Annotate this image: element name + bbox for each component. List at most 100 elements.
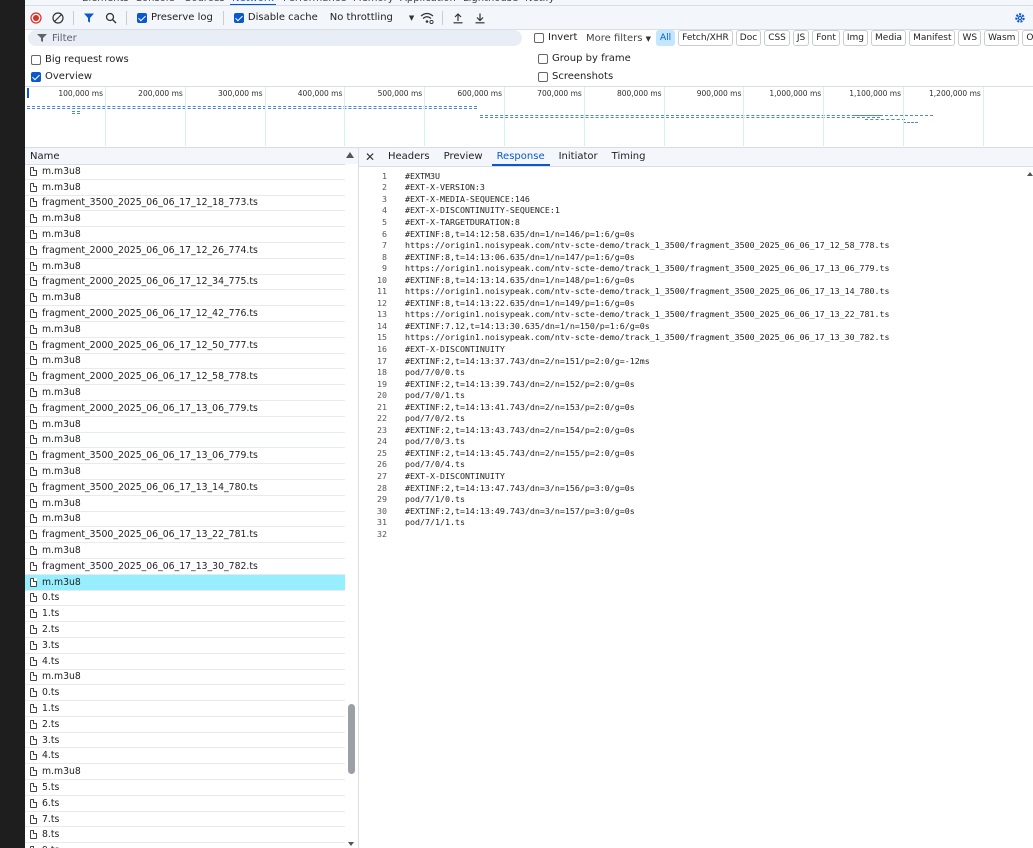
filter-type-manifest[interactable]: Manifest <box>909 30 956 46</box>
request-row[interactable]: 5.ts <box>25 780 345 796</box>
request-row[interactable]: m.m3u8 <box>25 227 345 243</box>
request-row[interactable]: fragment_2000_2025_06_06_17_12_34_775.ts <box>25 275 345 291</box>
request-row[interactable]: fragment_3500_2025_06_06_17_13_30_782.ts <box>25 559 345 575</box>
filter-type-font[interactable]: Font <box>812 30 840 46</box>
preserve-log-checkbox[interactable]: Preserve log <box>137 12 213 23</box>
request-row[interactable]: m.m3u8 <box>25 290 345 307</box>
overview-range-handle[interactable] <box>27 88 32 98</box>
request-row[interactable]: m.m3u8 <box>25 385 345 401</box>
network-conditions-button[interactable] <box>416 7 438 29</box>
filter-type-doc[interactable]: Doc <box>735 30 762 46</box>
more-filters-dropdown[interactable]: More filters ▼ <box>586 33 651 44</box>
request-row[interactable]: fragment_2000_2025_06_06_17_12_58_778.ts <box>25 369 345 386</box>
request-row[interactable]: 1.ts <box>25 606 345 623</box>
throttling-select[interactable]: No throttling ▼ <box>330 12 415 23</box>
request-row[interactable]: m.m3u8 <box>25 354 345 370</box>
panel-tab-lighthouse[interactable]: Lighthouse <box>463 0 518 4</box>
request-row[interactable]: fragment_2000_2025_06_06_17_12_42_776.ts <box>25 306 345 322</box>
request-row[interactable]: fragment_2000_2025_06_06_17_12_50_777.ts <box>25 338 345 354</box>
request-row[interactable]: 3.ts <box>25 733 345 749</box>
response-viewer[interactable]: 1 #EXTM3U 2 #EXT-X-VERSION:3 3 #EXT-X-MEDIA-S… <box>359 170 1019 540</box>
details-tab-timing[interactable]: Timing <box>612 148 646 166</box>
request-list-scroll-thumb[interactable] <box>348 704 355 774</box>
filter-toggle-button[interactable] <box>78 7 100 29</box>
request-row[interactable]: m.m3u8 <box>25 512 345 528</box>
group-by-frame-checkbox[interactable]: Group by frame <box>538 53 631 64</box>
filter-type-wasm[interactable]: Wasm <box>984 30 1020 46</box>
preserve-log-check-icon[interactable] <box>137 12 147 23</box>
disable-cache-checkbox[interactable]: Disable cache <box>233 12 318 23</box>
panel-tab-memory[interactable]: Memory <box>353 0 394 4</box>
big-request-rows-check-icon[interactable] <box>31 54 41 65</box>
panel-tab-application[interactable]: Application <box>400 0 456 4</box>
request-row[interactable]: m.m3u8 <box>25 259 345 275</box>
panel-tab-netify[interactable]: Netify <box>525 0 555 4</box>
record-button[interactable] <box>25 7 47 29</box>
request-row[interactable]: m.m3u8 <box>25 764 345 781</box>
screenshots-checkbox[interactable]: Screenshots <box>538 71 613 82</box>
screenshots-check-icon[interactable] <box>538 71 548 82</box>
request-row[interactable]: 2.ts <box>25 622 345 638</box>
filter-type-img[interactable]: Img <box>842 30 869 46</box>
overview-checkbox[interactable]: Overview <box>31 71 92 82</box>
scroll-up-icon[interactable] <box>1027 172 1033 176</box>
disable-cache-check-icon[interactable] <box>233 12 244 23</box>
request-row[interactable]: m.m3u8 <box>25 464 345 480</box>
request-row[interactable]: 4.ts <box>25 654 345 670</box>
request-row[interactable]: 3.ts <box>25 638 345 654</box>
request-row[interactable]: m.m3u8 <box>25 496 345 512</box>
request-row[interactable]: fragment_3500_2025_06_06_17_12_18_773.ts <box>25 196 345 212</box>
network-overview-timeline[interactable]: 100,000 ms 200,000 ms 300,000 ms 400,000 ms… <box>25 87 1033 148</box>
filter-input[interactable]: Filter <box>28 30 522 46</box>
request-row[interactable]: 8.ts <box>25 827 345 844</box>
filter-type-media[interactable]: Media <box>871 30 907 46</box>
details-tab-response[interactable]: Response <box>491 148 550 166</box>
network-settings-button[interactable] <box>1009 7 1031 29</box>
request-row[interactable]: 0.ts <box>25 685 345 702</box>
request-row[interactable]: m.m3u8 <box>25 164 345 180</box>
request-row[interactable]: m.m3u8 <box>25 180 345 196</box>
panel-tab-sources[interactable]: Sources <box>185 0 225 4</box>
scroll-down-icon[interactable] <box>348 842 354 846</box>
request-row[interactable]: 2.ts <box>25 717 345 733</box>
request-row[interactable]: m.m3u8 <box>25 574 345 591</box>
name-column-header[interactable]: Name <box>25 148 358 165</box>
filter-type-ws[interactable]: WS <box>958 30 982 46</box>
request-row[interactable]: m.m3u8 <box>25 322 345 338</box>
filter-type-fetch-xhr[interactable]: Fetch/XHR <box>678 30 733 46</box>
filter-type-all[interactable]: All <box>656 30 676 46</box>
panel-tab-console[interactable]: Console <box>135 0 175 4</box>
details-tab-headers[interactable]: Headers <box>388 148 430 166</box>
request-row[interactable]: fragment_2000_2025_06_06_17_12_26_774.ts <box>25 243 345 259</box>
request-row[interactable]: m.m3u8 <box>25 670 345 686</box>
request-row[interactable]: 0.ts <box>25 591 345 607</box>
request-row[interactable]: fragment_3500_2025_06_06_17_13_06_779.ts <box>25 448 345 465</box>
invert-checkbox[interactable]: Invert <box>534 32 577 43</box>
request-row[interactable]: 7.ts <box>25 812 345 828</box>
close-icon[interactable]: ✕ <box>359 150 381 164</box>
import-har-button[interactable] <box>447 7 469 29</box>
panel-tab-performance[interactable]: Performance <box>283 0 346 4</box>
overview-check-icon[interactable] <box>31 71 41 82</box>
panel-tab-network[interactable]: Network <box>230 0 276 5</box>
invert-check-icon[interactable] <box>534 32 544 43</box>
big-request-rows-checkbox[interactable]: Big request rows <box>31 54 129 65</box>
filter-type-other[interactable]: Other <box>1022 30 1033 46</box>
request-row[interactable]: m.m3u8 <box>25 417 345 433</box>
group-by-frame-check-icon[interactable] <box>538 53 548 64</box>
response-scrollbar[interactable] <box>1025 166 1033 848</box>
request-row[interactable]: fragment_3500_2025_06_06_17_13_22_781.ts <box>25 527 345 544</box>
request-list-scrollbar[interactable] <box>345 164 358 848</box>
request-row[interactable]: 9.ts <box>25 843 345 848</box>
request-row[interactable]: 4.ts <box>25 748 345 765</box>
request-row[interactable]: 1.ts <box>25 701 345 717</box>
request-row[interactable]: fragment_3500_2025_06_06_17_13_14_780.ts <box>25 480 345 496</box>
request-row[interactable]: m.m3u8 <box>25 433 345 449</box>
clear-button[interactable] <box>47 7 69 29</box>
search-button[interactable] <box>100 7 122 29</box>
request-row[interactable]: m.m3u8 <box>25 211 345 228</box>
details-tab-initiator[interactable]: Initiator <box>559 148 598 166</box>
panel-tab-elements[interactable]: Elements <box>82 0 129 4</box>
filter-type-css[interactable]: CSS <box>764 30 790 46</box>
filter-type-js[interactable]: JS <box>792 30 810 46</box>
